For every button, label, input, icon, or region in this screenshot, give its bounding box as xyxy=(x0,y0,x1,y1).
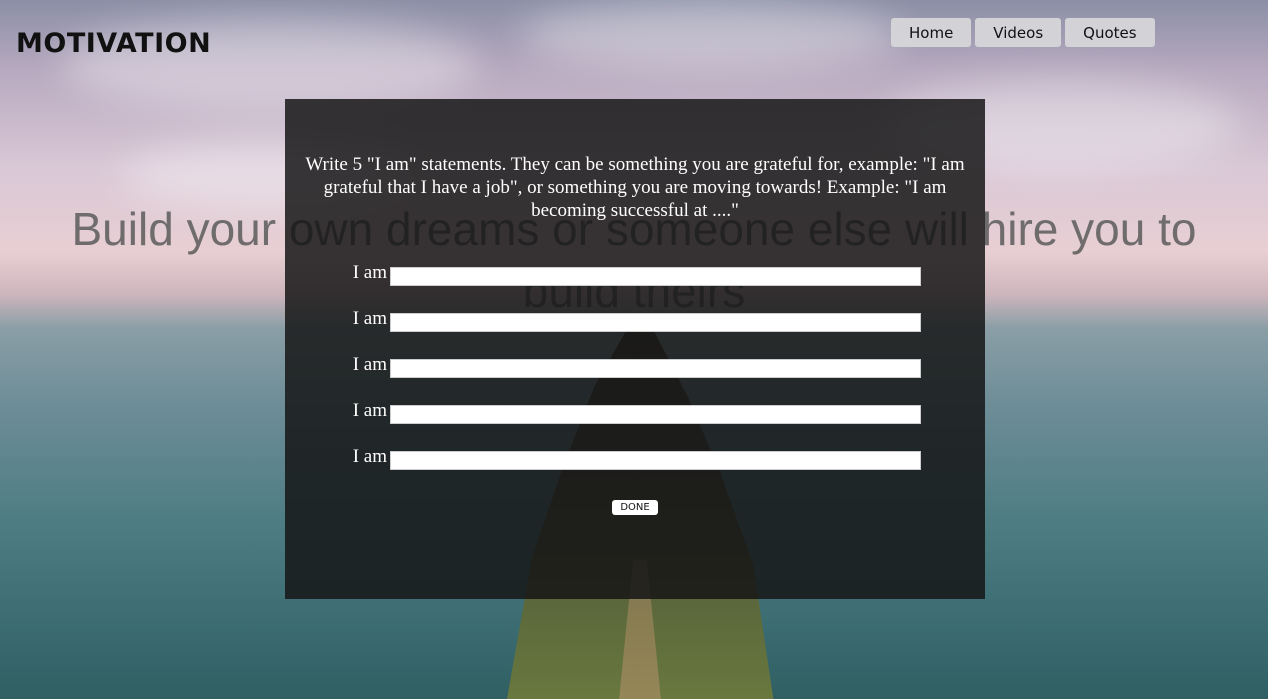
nav-home-button[interactable]: Home xyxy=(891,18,972,47)
statement-input-2[interactable] xyxy=(390,312,921,332)
site-logo[interactable]: MOTIVATION xyxy=(16,28,211,59)
done-button[interactable]: DONE xyxy=(612,500,658,515)
statement-input-4[interactable] xyxy=(390,404,921,424)
statement-row: I am xyxy=(347,400,921,425)
i-am-statements-modal: Write 5 "I am" statements. They can be s… xyxy=(285,99,985,599)
statement-label: I am xyxy=(352,262,387,283)
statement-row: I am xyxy=(347,262,921,287)
statement-label: I am xyxy=(352,446,387,467)
statement-row: I am xyxy=(347,308,921,333)
statement-label: I am xyxy=(352,400,387,421)
statement-row: I am xyxy=(347,354,921,379)
statement-input-1[interactable] xyxy=(390,266,921,286)
statement-label: I am xyxy=(352,308,387,329)
statement-input-5[interactable] xyxy=(390,450,921,470)
statement-input-3[interactable] xyxy=(390,358,921,378)
statement-row: I am xyxy=(347,446,921,471)
nav-quotes-button[interactable]: Quotes xyxy=(1065,18,1155,47)
nav-videos-button[interactable]: Videos xyxy=(975,18,1062,47)
statement-label: I am xyxy=(352,354,387,375)
top-nav: Home Videos Quotes xyxy=(891,18,1155,47)
modal-instructions: Write 5 "I am" statements. They can be s… xyxy=(305,154,965,221)
